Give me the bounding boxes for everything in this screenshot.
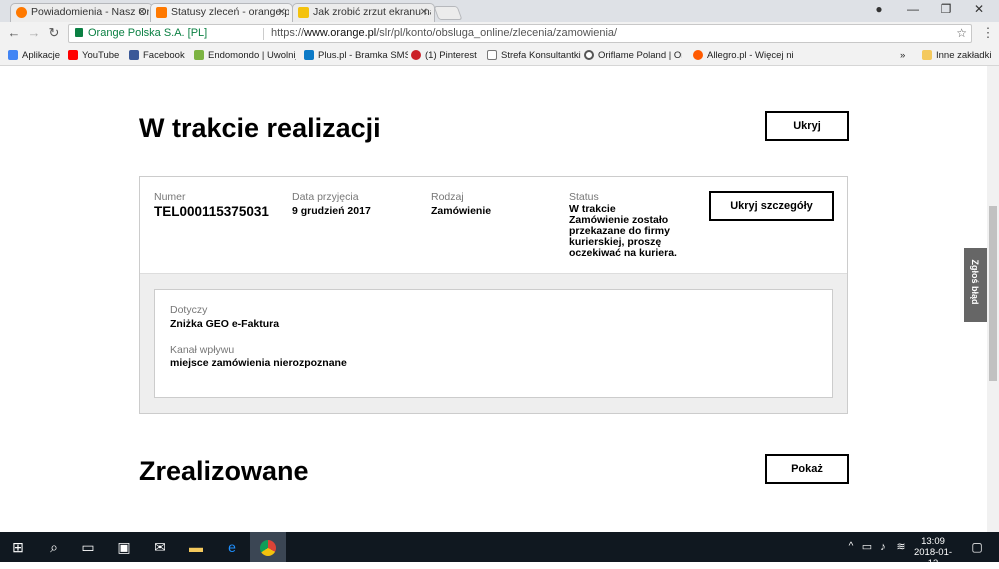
page-scrollbar[interactable] <box>987 66 999 532</box>
page-icon <box>487 50 497 60</box>
edge-browser-icon[interactable]: e <box>223 538 241 556</box>
order-number-label: Numer <box>154 191 186 203</box>
bookmark-oriflame[interactable]: Oriflame Poland | Ori <box>584 49 682 62</box>
clock-time: 13:09 <box>921 536 945 547</box>
order-details-panel: Dotyczy Zniżka GEO e-Faktura Kanał wpływ… <box>140 273 847 413</box>
order-number-value: TEL000115375031 <box>154 204 269 219</box>
new-tab-button[interactable] <box>433 6 463 20</box>
bookmark-other-folder[interactable]: Inne zakładki <box>922 49 998 62</box>
bookmark-strefa[interactable]: Strefa Konsultantki <box>487 49 582 62</box>
wifi-icon[interactable]: ≋ <box>892 538 910 556</box>
back-icon[interactable]: ← <box>6 25 22 41</box>
lock-icon <box>75 28 83 37</box>
more-bookmarks-icon[interactable]: » <box>900 49 912 62</box>
order-date-value: 9 grudzień 2017 <box>292 205 371 217</box>
notifications-icon[interactable]: ▢ <box>968 538 986 556</box>
forward-icon[interactable]: → <box>26 25 42 41</box>
pinterest-icon <box>411 50 421 60</box>
profile-icon[interactable]: ● <box>868 2 890 16</box>
bookmark-star-icon[interactable]: ☆ <box>956 25 967 42</box>
section-title-completed: Zrealizowane <box>139 456 309 486</box>
youtube-icon <box>68 50 78 60</box>
show-section-button[interactable]: Pokaż <box>765 454 849 484</box>
tab-title: Powiadomienia - Nasz Or <box>31 6 149 18</box>
windows-start-icon[interactable]: ⊞ <box>9 538 27 556</box>
channel-label: Kanał wpływu <box>170 344 235 356</box>
taskbar-clock[interactable]: 13:09 2018-01-13 <box>910 536 956 569</box>
close-tab-icon[interactable]: ✕ <box>278 4 286 21</box>
store-icon[interactable]: ▣ <box>115 538 133 556</box>
close-tab-icon[interactable]: ✕ <box>420 4 428 21</box>
endomondo-icon <box>194 50 204 60</box>
order-card: Numer TEL000115375031 Data przyjęcia 9 g… <box>139 176 848 414</box>
order-type-value: Zamówienie <box>431 205 492 217</box>
about-value: Zniżka GEO e-Faktura <box>170 318 280 330</box>
orange-favicon-icon <box>16 7 27 18</box>
menu-icon[interactable]: ⋮ <box>980 25 996 41</box>
order-date-label: Data przyjęcia <box>292 191 359 203</box>
order-status-label: Status <box>569 191 599 203</box>
bookmark-plus[interactable]: Plus.pl - Bramka SMS <box>304 49 408 62</box>
bookmark-aplikacje[interactable]: Aplikacje <box>8 49 68 62</box>
close-window-icon[interactable]: ✕ <box>968 2 990 16</box>
address-bar[interactable]: Orange Polska S.A. [PL] https://www.oran… <box>68 24 972 43</box>
tab-powiadomienia[interactable]: Powiadomienia - Nasz Or ✕ <box>10 3 153 22</box>
bookmark-pinterest[interactable]: (1) Pinterest <box>411 49 483 62</box>
bookmark-allegro[interactable]: Allegro.pl - Więcej ni <box>693 49 793 62</box>
about-label: Dotyczy <box>170 304 208 316</box>
scrollbar-thumb[interactable] <box>989 206 997 381</box>
tab-title: Jak zrobić zrzut ekranu na <box>313 6 431 18</box>
minimize-icon[interactable]: — <box>902 2 924 16</box>
volume-icon[interactable]: ♪ <box>874 538 892 556</box>
order-status-value: W trakcie Zamówienie zostało przekazane … <box>569 203 677 259</box>
browser-toolbar: ← → ↻ Orange Polska S.A. [PL] https://ww… <box>0 22 999 45</box>
search-icon[interactable]: ⌕ <box>45 538 63 556</box>
orange-favicon-icon <box>156 7 167 18</box>
secure-site-label: Orange Polska S.A. [PL] <box>88 27 208 39</box>
apps-icon <box>8 50 18 60</box>
facebook-icon <box>129 50 139 60</box>
tab-jak-zrobic-zrzut[interactable]: Jak zrobić zrzut ekranu na ✕ <box>292 3 435 22</box>
close-tab-icon[interactable]: ✕ <box>138 4 146 21</box>
task-view-icon[interactable]: ▭ <box>79 538 97 556</box>
folder-icon <box>922 50 932 60</box>
file-explorer-icon[interactable]: ▬ <box>187 538 205 556</box>
reload-icon[interactable]: ↻ <box>46 25 62 41</box>
hide-details-button[interactable]: Ukryj szczegóły <box>709 191 834 221</box>
chrome-taskbar-icon[interactable] <box>250 532 286 562</box>
tab-title: Statusy zleceń - orange.p <box>171 6 289 18</box>
url-text: https://www.orange.pl/slr/pl/konto/obslu… <box>271 27 618 39</box>
section-title-in-progress: W trakcie realizacji <box>139 113 381 143</box>
bookmark-youtube[interactable]: YouTube <box>68 49 126 62</box>
tab-statusy-zlecen[interactable]: Statusy zleceń - orange.p ✕ <box>150 3 293 22</box>
clock-date: 2018-01-13 <box>913 547 953 569</box>
restore-icon[interactable]: ❐ <box>935 2 957 16</box>
bookmarks-bar: Aplikacje YouTube Facebook Endomondo | U… <box>0 45 999 66</box>
hide-section-button[interactable]: Ukryj <box>765 111 849 141</box>
report-error-button[interactable]: Zgłoś błąd <box>964 248 987 322</box>
page-favicon-icon <box>298 7 309 18</box>
plus-icon <box>304 50 314 60</box>
bookmark-endomondo[interactable]: Endomondo | Uwolnij <box>194 49 296 62</box>
tab-strip: Powiadomienia - Nasz Or ✕ Statusy zleceń… <box>0 0 999 22</box>
order-type-label: Rodzaj <box>431 191 464 203</box>
page-content: W trakcie realizacji Ukryj Numer TEL0001… <box>0 66 987 532</box>
windows-taskbar: ⊞ ⌕ ▭ ▣ ✉ ▬ e ^ ▭ ♪ ≋ 13:09 2018-01-13 ▢ <box>0 532 999 569</box>
channel-value: miejsce zamówienia nierozpoznane <box>170 357 347 369</box>
order-details-box: Dotyczy Zniżka GEO e-Faktura Kanał wpływ… <box>154 289 833 398</box>
allegro-icon <box>693 50 703 60</box>
oriflame-icon <box>584 50 594 60</box>
mail-icon[interactable]: ✉ <box>151 538 169 556</box>
bookmark-facebook[interactable]: Facebook <box>129 49 191 62</box>
